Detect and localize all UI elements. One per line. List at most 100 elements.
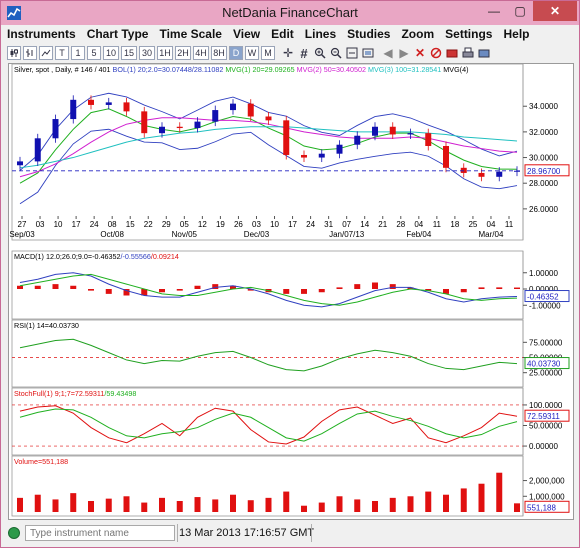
x-day-tick-label: 15 xyxy=(126,220,135,229)
macd-histogram-bar xyxy=(336,287,343,289)
delete-all-icon[interactable] xyxy=(429,46,443,60)
window-controls: — ▢ ✕ xyxy=(481,1,577,21)
menu-edit[interactable]: Edit xyxy=(265,27,299,41)
grid-icon[interactable]: # xyxy=(297,46,311,61)
macd-histogram-bar xyxy=(460,289,467,293)
timescale-1h[interactable]: 1H xyxy=(157,46,173,60)
redo-icon[interactable]: ▶ xyxy=(397,46,411,60)
x-month-tick-label: Sep/03 xyxy=(9,230,35,239)
x-month-tick-label: Nov/05 xyxy=(172,230,198,239)
macd-histogram-bar xyxy=(17,285,23,289)
timescale-monthly[interactable]: M xyxy=(261,46,275,60)
x-month-tick-label: Oct/08 xyxy=(100,230,124,239)
volume-bar xyxy=(52,499,59,512)
candle-body xyxy=(52,119,59,139)
timescale-daily[interactable]: D xyxy=(229,46,243,60)
x-day-tick-label: 22 xyxy=(144,220,153,229)
timescale-2h[interactable]: 2H xyxy=(175,46,191,60)
undo-icon[interactable]: ◀ xyxy=(381,46,395,60)
status-separator xyxy=(177,524,178,542)
pane-frame-stoch xyxy=(11,387,524,456)
volume-bar xyxy=(34,494,41,512)
timescale-30min[interactable]: 30 xyxy=(139,46,155,60)
candle-body xyxy=(247,103,254,117)
timescale-tick[interactable]: T xyxy=(55,46,69,60)
x-day-tick-label: 26 xyxy=(234,220,243,229)
price-title-title_bol: BOL(1) 20;2.0=30.07448/28.11082 xyxy=(111,65,224,74)
volume-pane-title: Volume=551,188 xyxy=(14,457,68,466)
x-day-tick-label: 14 xyxy=(360,220,369,229)
y-tick-label: 50.00000 xyxy=(529,422,563,431)
x-day-tick-label: 10 xyxy=(54,220,63,229)
candle-body xyxy=(212,110,219,122)
candle-body xyxy=(159,126,165,134)
candle-body xyxy=(230,103,236,111)
timescale-10min[interactable]: 10 xyxy=(103,46,119,60)
title-bar: NetDania FinanceChart — ▢ ✕ xyxy=(1,1,579,25)
menu-time-scale[interactable]: Time Scale xyxy=(153,27,226,41)
chart-canvas[interactable]: 34.0000 32.0000 30.0000 28.0000 26.0000 28.96… xyxy=(9,63,573,519)
crosshair-icon[interactable]: ✛ xyxy=(281,46,295,60)
y-tick-label: 2,000,000 xyxy=(529,477,565,486)
last-value-label: 72.59311 xyxy=(527,412,560,421)
copy-icon[interactable] xyxy=(477,46,491,60)
x-day-tick-label: 28 xyxy=(396,220,405,229)
delete-icon[interactable]: ✕ xyxy=(413,46,427,60)
x-day-tick-label: 03 xyxy=(252,220,261,229)
candle-body xyxy=(478,172,485,177)
candle-body xyxy=(372,126,378,136)
menu-zoom[interactable]: Zoom xyxy=(395,27,439,41)
menu-view[interactable]: View xyxy=(227,27,265,41)
zoom-out-icon[interactable] xyxy=(329,46,343,60)
price-title-title_mvg2: MVG(2) 50=30.40502 xyxy=(295,65,366,74)
zoom-in-icon[interactable] xyxy=(313,46,327,60)
volume-bar xyxy=(17,497,23,512)
volume-bar xyxy=(478,483,485,512)
candle-body xyxy=(354,135,361,145)
y-tick-label: 34.0000 xyxy=(529,102,558,111)
x-day-tick-label: 11 xyxy=(433,220,442,229)
menu-studies[interactable]: Studies xyxy=(341,27,395,41)
menu-lines[interactable]: Lines xyxy=(299,27,341,41)
timescale-5min[interactable]: 5 xyxy=(87,46,101,60)
line-chart-icon[interactable] xyxy=(39,46,53,60)
volume-bar xyxy=(194,497,201,512)
volume-bar xyxy=(389,497,396,512)
maximize-button[interactable]: ▢ xyxy=(507,1,533,21)
close-button[interactable]: ✕ xyxy=(533,1,577,21)
macd-histogram-bar xyxy=(194,285,201,289)
volume-bar xyxy=(88,501,94,512)
candlestick-chart-icon[interactable] xyxy=(7,46,21,60)
reset-icon[interactable] xyxy=(361,46,375,60)
last-price-label: 28.96700 xyxy=(527,167,561,176)
pane-frame-macd xyxy=(11,250,524,320)
volume-bar xyxy=(70,493,77,512)
x-day-tick-label: 21 xyxy=(378,220,387,229)
price-pane-title: Silver, spot , Daily, # 146 / 401 BOL(1)… xyxy=(14,65,468,74)
bar-chart-icon[interactable] xyxy=(23,46,37,60)
menu-instruments[interactable]: Instruments xyxy=(1,27,81,41)
menu-settings[interactable]: Settings xyxy=(439,27,497,41)
x-day-tick-label: 17 xyxy=(72,220,81,229)
volume-bar xyxy=(141,502,148,512)
candle-body xyxy=(336,144,343,154)
timescale-weekly[interactable]: W xyxy=(245,46,259,60)
menu-chart-type[interactable]: Chart Type xyxy=(81,27,154,41)
minimize-button[interactable]: — xyxy=(481,1,507,21)
instrument-search-input[interactable] xyxy=(25,525,175,541)
last-value-label: 40.03730 xyxy=(527,360,561,369)
print-icon[interactable] xyxy=(461,46,475,60)
timescale-1min[interactable]: 1 xyxy=(71,46,85,60)
chart-area[interactable]: 34.0000 32.0000 30.0000 28.0000 26.0000 28.96… xyxy=(8,63,574,520)
menu-help[interactable]: Help xyxy=(497,27,534,41)
timescale-4h[interactable]: 4H xyxy=(193,46,209,60)
macd-histogram-bar xyxy=(496,287,503,289)
volume-bar xyxy=(176,501,183,512)
fit-icon[interactable] xyxy=(345,46,359,60)
volume-bar xyxy=(496,472,503,512)
macd-histogram-bar xyxy=(301,289,307,294)
x-day-tick-label: 05 xyxy=(180,220,189,229)
timescale-8h[interactable]: 8H xyxy=(211,46,227,60)
edit-icon[interactable] xyxy=(445,46,459,60)
timescale-15min[interactable]: 15 xyxy=(121,46,137,60)
